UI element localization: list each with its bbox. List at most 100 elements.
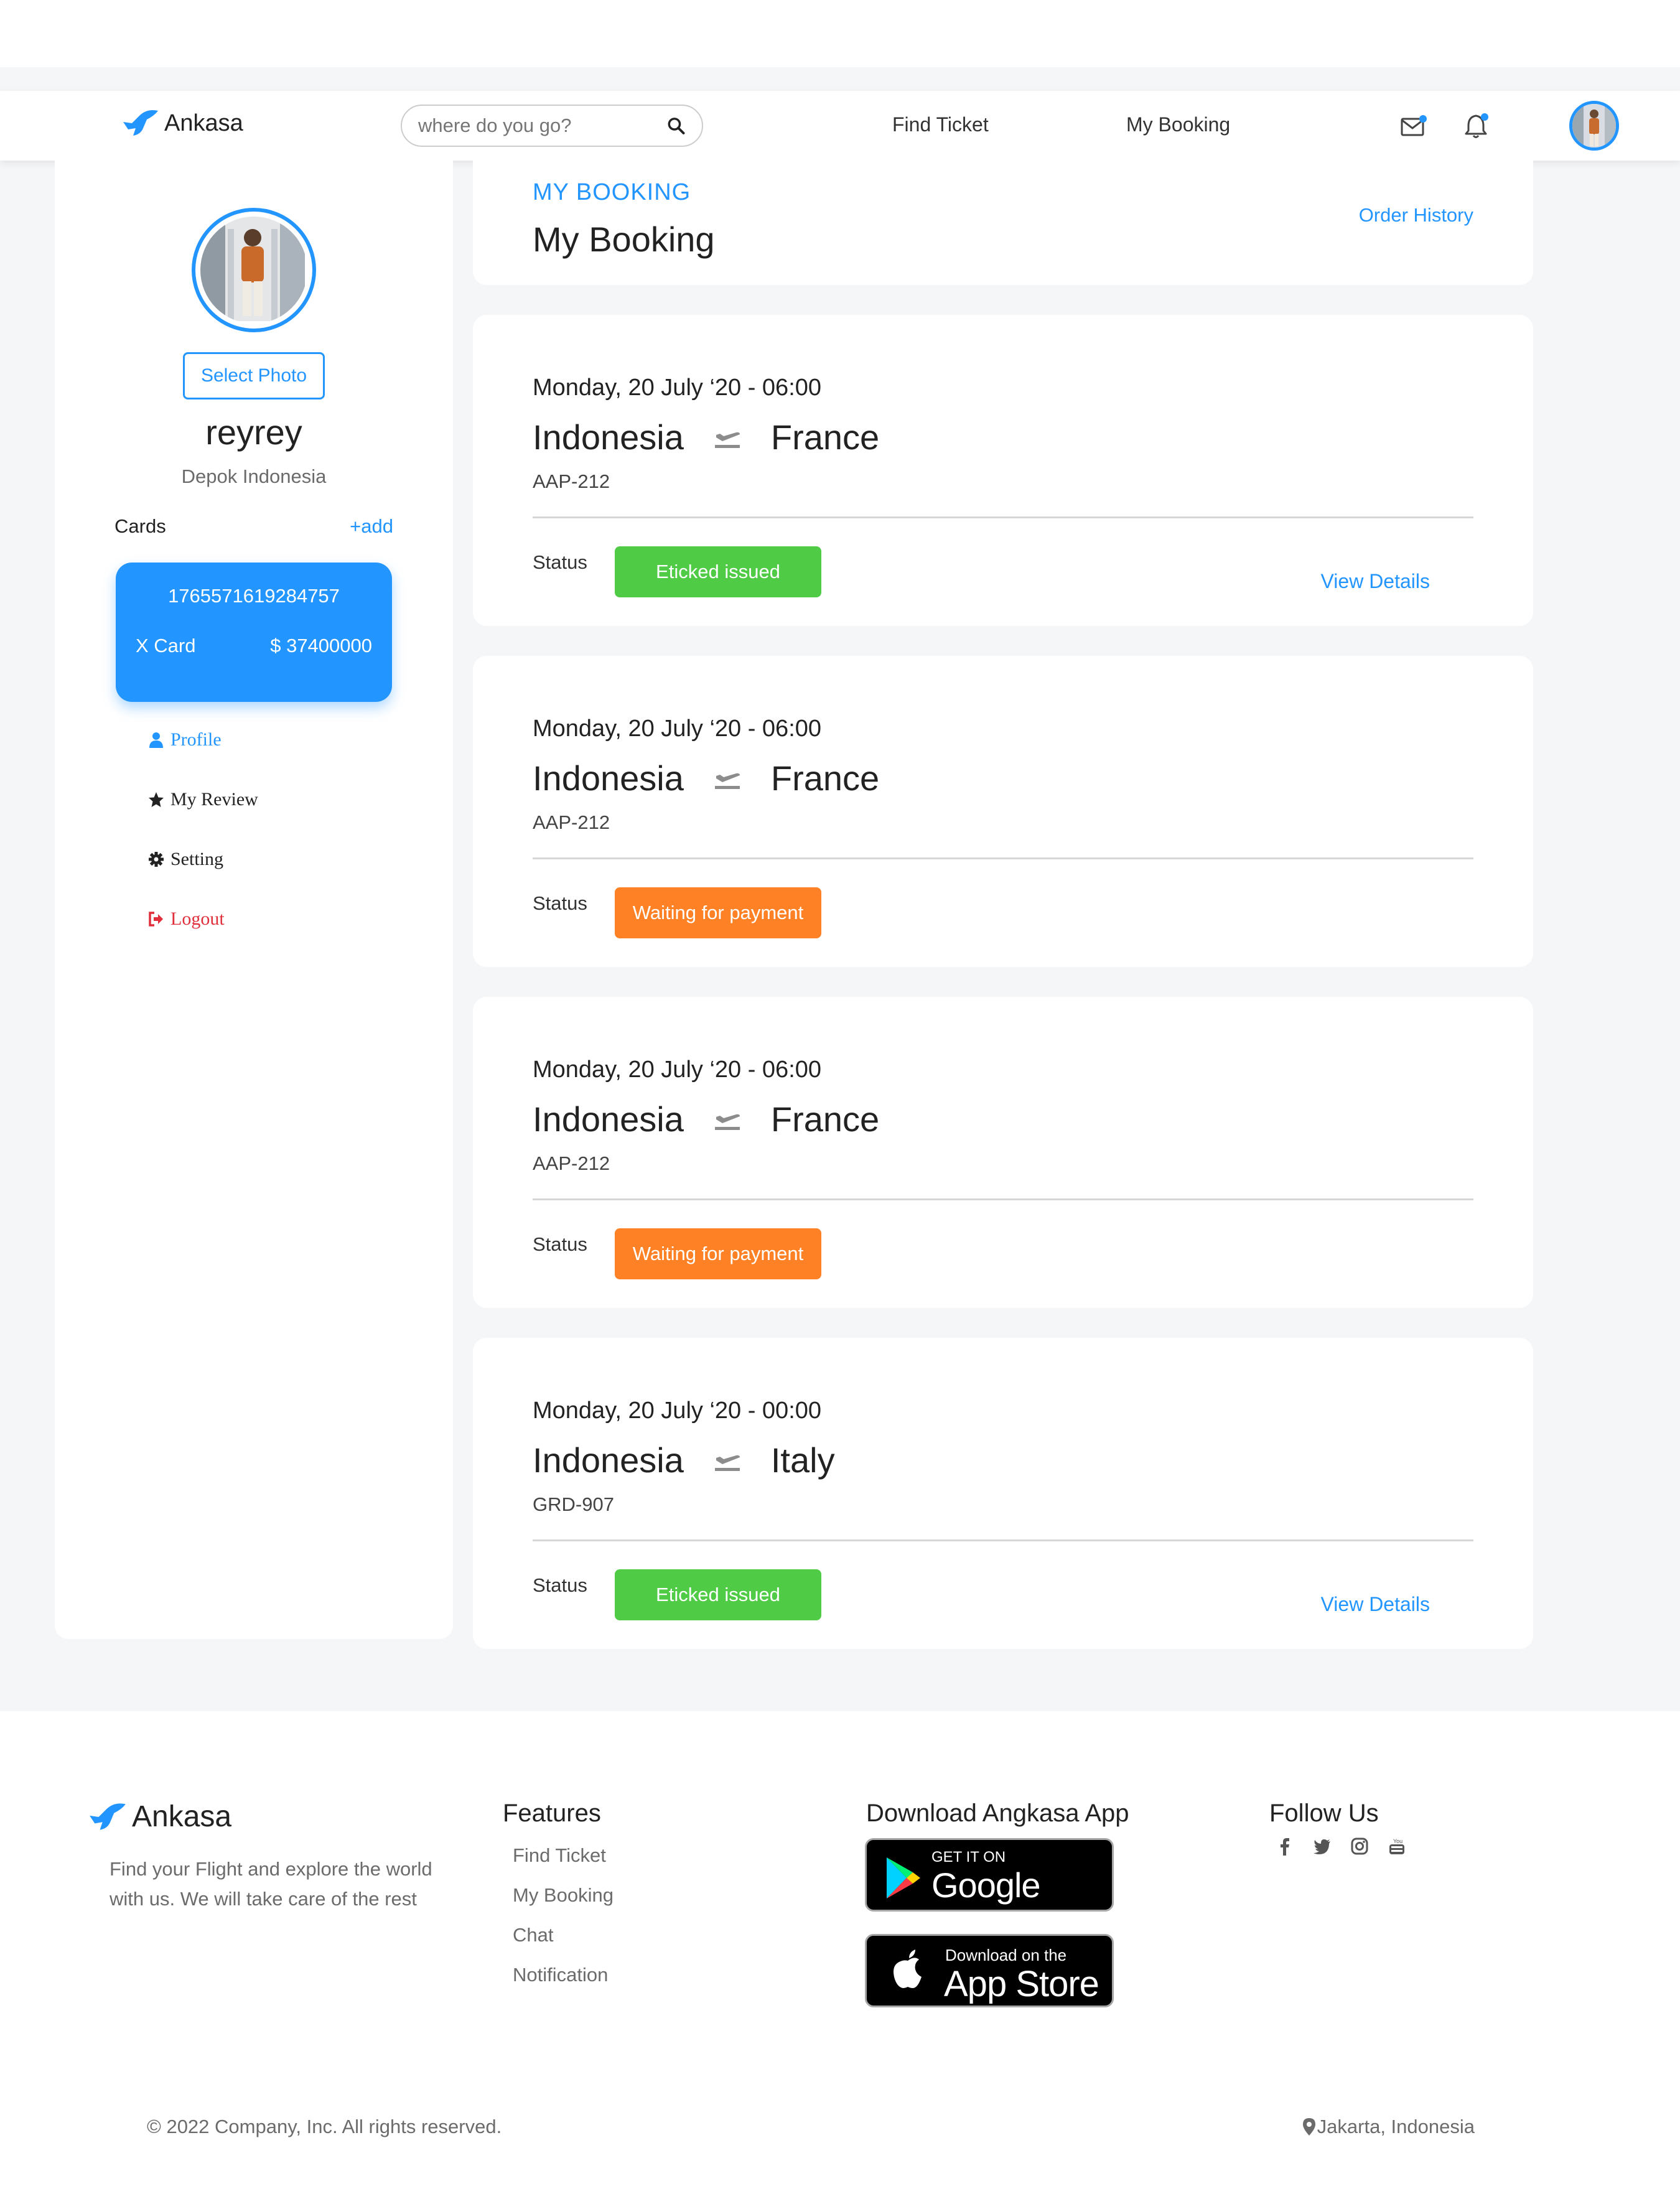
divider	[533, 516, 1473, 518]
search-input[interactable]	[418, 114, 666, 137]
select-photo-button[interactable]: Select Photo	[183, 352, 325, 399]
booking-from: Indonesia	[533, 1441, 684, 1480]
page-title: My Booking	[533, 220, 715, 259]
flight-code: AAP-212	[533, 470, 610, 492]
booking-date: Monday, 20 July ‘20 - 06:00	[533, 375, 822, 401]
flight-icon	[714, 1114, 740, 1130]
menu-my-review[interactable]: My Review	[148, 789, 258, 810]
download-title: Download Angkasa App	[866, 1800, 1129, 1827]
footer-link-find-ticket[interactable]: Find Ticket	[513, 1846, 614, 1865]
flight-code: AAP-212	[533, 811, 610, 833]
booking-route: Indonesia France	[533, 417, 879, 457]
user-name: reyrey	[205, 413, 302, 452]
flight-code: AAP-212	[533, 1152, 610, 1174]
add-card-link[interactable]: +add	[350, 515, 393, 538]
bell-icon[interactable]	[1463, 112, 1491, 139]
divider	[533, 1198, 1473, 1200]
navbar: Ankasa Find Ticket My Booking	[0, 91, 1680, 161]
view-details-link[interactable]: View Details	[1321, 1593, 1430, 1616]
booking-date: Monday, 20 July ‘20 - 06:00	[533, 716, 822, 742]
card-name: X Card	[136, 635, 196, 656]
order-history-link[interactable]: Order History	[1359, 204, 1473, 226]
google-play-button[interactable]: GET IT ON Google Play	[865, 1838, 1114, 1945]
mail-icon[interactable]	[1400, 114, 1427, 137]
status-badge: Waiting for payment	[615, 1228, 821, 1279]
svg-text:You: You	[1393, 1838, 1402, 1844]
sign-out-icon	[149, 912, 163, 927]
divider	[533, 857, 1473, 859]
nav-find-ticket[interactable]: Find Ticket	[892, 113, 989, 136]
status-label: Status	[533, 1233, 587, 1255]
section-label: MY BOOKING	[533, 179, 691, 205]
brand-logo[interactable]: Ankasa	[122, 110, 243, 137]
social-links: You	[1276, 1837, 1406, 1856]
instagram-icon[interactable]	[1350, 1837, 1369, 1856]
apple-icon	[894, 1950, 922, 1988]
status-badge: Eticked issued	[615, 1569, 821, 1620]
menu-profile[interactable]: Profile	[148, 729, 222, 750]
booking-from: Indonesia	[533, 418, 684, 457]
payment-card[interactable]: 1765571619284757 X Card $ 37400000	[116, 563, 392, 702]
plane-logo-icon	[90, 1803, 126, 1830]
flight-icon	[714, 1455, 740, 1471]
menu-setting-label: Setting	[170, 849, 224, 869]
footer-location-text: Jakarta, Indonesia	[1317, 2116, 1475, 2137]
footer-link-chat[interactable]: Chat	[513, 1925, 614, 1945]
nav-my-booking[interactable]: My Booking	[1126, 113, 1230, 136]
footer-description: Find your Flight and explore the world w…	[110, 1858, 432, 1910]
menu-logout[interactable]: Logout	[148, 908, 225, 930]
footer-location: Jakarta, Indonesia	[1302, 2116, 1475, 2138]
menu-logout-label: Logout	[170, 908, 225, 929]
booking-route: Indonesia Italy	[533, 1440, 835, 1480]
booking-to: France	[770, 1100, 880, 1139]
features-title: Features	[503, 1800, 601, 1827]
app-store-button[interactable]: Download on the App Store	[865, 1934, 1114, 2007]
twitter-icon[interactable]	[1313, 1837, 1332, 1856]
profile-sidebar: Select Photo reyrey Depok Indonesia Card…	[55, 161, 453, 1639]
booking-date: Monday, 20 July ‘20 - 00:00	[533, 1398, 822, 1424]
booking-from: Indonesia	[533, 759, 684, 798]
booking-route: Indonesia France	[533, 758, 879, 798]
footer-link-notification[interactable]: Notification	[513, 1965, 614, 1985]
youtube-icon[interactable]: You	[1388, 1837, 1406, 1856]
menu-setting[interactable]: Setting	[148, 849, 223, 870]
facebook-icon[interactable]	[1276, 1837, 1294, 1856]
app-store-big-text: App Store	[944, 1964, 1099, 2004]
flight-icon	[714, 432, 740, 448]
status-badge: Waiting for payment	[615, 887, 821, 938]
copyright: © 2022 Company, Inc. All rights reserved…	[147, 2116, 502, 2137]
booking-card: Monday, 20 July ‘20 - 06:00 Indonesia Fr…	[473, 997, 1533, 1308]
brand-name: Ankasa	[164, 110, 243, 136]
profile-photo	[200, 217, 305, 321]
booking-header-panel: MY BOOKING My Booking Order History	[473, 161, 1533, 285]
search-icon[interactable]	[666, 114, 686, 137]
search-bar[interactable]	[401, 105, 703, 147]
user-avatar[interactable]	[1569, 101, 1619, 151]
footer-link-my-booking[interactable]: My Booking	[513, 1885, 614, 1905]
divider	[533, 1539, 1473, 1541]
menu-my-review-label: My Review	[170, 789, 258, 810]
status-label: Status	[533, 1574, 587, 1596]
flight-code: GRD-907	[533, 1493, 614, 1515]
status-badge: Eticked issued	[615, 546, 821, 597]
status-label: Status	[533, 892, 587, 914]
menu-profile-label: Profile	[170, 729, 222, 750]
card-number: 1765571619284757	[168, 585, 340, 607]
google-play-icon	[887, 1857, 920, 1898]
user-location: Depok Indonesia	[181, 465, 327, 487]
view-details-link[interactable]: View Details	[1321, 570, 1430, 593]
features-list: Find Ticket My Booking Chat Notification	[513, 1846, 614, 1985]
user-icon	[149, 732, 163, 748]
booking-to: France	[770, 418, 880, 457]
map-marker-icon	[1302, 2118, 1315, 2136]
booking-from: Indonesia	[533, 1100, 684, 1139]
star-icon	[149, 792, 164, 807]
booking-to: France	[770, 759, 880, 798]
footer-brand[interactable]: Ankasa	[88, 1800, 231, 1834]
gear-icon	[149, 852, 164, 867]
footer-brand-name: Ankasa	[132, 1800, 232, 1833]
card-balance: $ 37400000	[270, 635, 372, 656]
booking-to: Italy	[770, 1441, 835, 1480]
flight-icon	[714, 773, 740, 789]
avatar-photo	[1572, 104, 1616, 147]
